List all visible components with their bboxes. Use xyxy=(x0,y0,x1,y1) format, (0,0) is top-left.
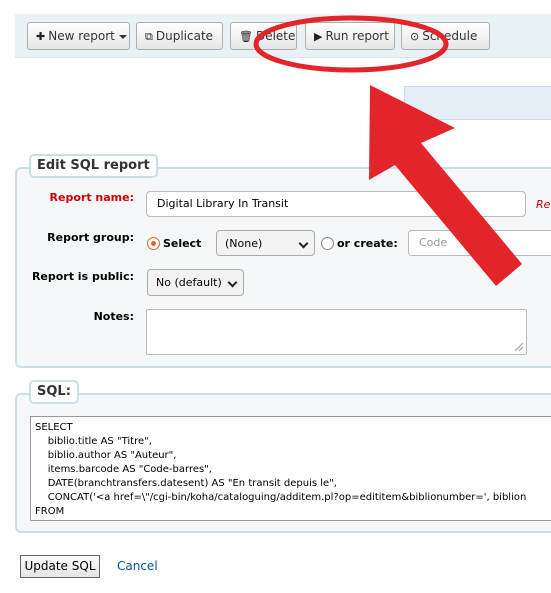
resize-handle-icon[interactable] xyxy=(514,342,524,352)
edit-sql-report-legend: Edit SQL report xyxy=(29,154,158,178)
update-sql-button[interactable]: Update SQL xyxy=(20,555,100,578)
chevron-down-icon xyxy=(227,277,238,288)
report-name-label: Report name: xyxy=(49,191,134,204)
clock-icon: ⊙ xyxy=(410,30,420,43)
new-group-code-input[interactable]: Code xyxy=(408,230,551,256)
trash-icon: 🗑 xyxy=(239,30,253,43)
sql-line: biblio.title AS "Titre", xyxy=(35,436,152,447)
sql-line: FROM xyxy=(35,506,65,517)
sql-textarea[interactable]: SELECT biblio.title AS "Titre", biblio.a… xyxy=(30,416,551,521)
notes-textarea[interactable] xyxy=(146,309,527,355)
report-public-label: Report is public: xyxy=(31,270,134,283)
duplicate-label: Duplicate xyxy=(155,29,214,43)
toolbar: ✚ New report ⧉ Duplicate 🗑 Delete ▶ Run repo… xyxy=(15,14,551,58)
sql-line: SELECT xyxy=(35,422,73,433)
duplicate-button[interactable]: ⧉ Duplicate xyxy=(136,22,223,50)
info-box xyxy=(404,86,551,120)
delete-button[interactable]: 🗑 Delete xyxy=(230,22,297,50)
sql-line: biblio.author AS "Auteur", xyxy=(35,450,177,461)
chevron-down-icon xyxy=(298,238,309,249)
select-group-label: Select xyxy=(163,237,202,250)
report-group-select[interactable]: (None) xyxy=(216,230,315,256)
report-public-value: No (default) xyxy=(156,276,222,289)
caret-down-icon xyxy=(118,34,127,39)
new-report-button[interactable]: ✚ New report xyxy=(27,22,130,50)
run-report-label: Run report xyxy=(325,29,389,43)
or-create-radio[interactable] xyxy=(321,237,334,250)
sql-line: CONCAT('<a href=\"/cgi-bin/koha/catalogu… xyxy=(35,492,527,503)
cancel-link[interactable]: Cancel xyxy=(117,559,158,573)
report-public-select[interactable]: No (default) xyxy=(147,269,244,296)
delete-label: Delete xyxy=(255,29,296,43)
report-name-input[interactable]: Digital Library In Transit xyxy=(146,191,526,217)
plus-icon: ✚ xyxy=(36,30,46,43)
play-icon: ▶ xyxy=(314,30,323,43)
sql-line: items.barcode AS "Code-barres", xyxy=(35,464,212,475)
report-group-label: Report group: xyxy=(47,231,134,244)
report-group-value: (None) xyxy=(225,237,263,250)
required-hint: Re xyxy=(536,198,551,211)
sql-legend: SQL: xyxy=(29,380,79,404)
sql-line: DATE(branchtransfers.datesent) AS "En tr… xyxy=(35,478,337,489)
notes-label: Notes: xyxy=(93,310,134,323)
run-report-button[interactable]: ▶ Run report xyxy=(305,22,395,50)
select-group-radio[interactable] xyxy=(147,237,160,250)
or-create-label: or create: xyxy=(337,237,398,250)
copy-icon: ⧉ xyxy=(145,30,153,43)
new-report-label: New report xyxy=(48,29,115,43)
schedule-label: Schedule xyxy=(422,29,478,43)
schedule-button[interactable]: ⊙ Schedule xyxy=(401,22,490,50)
